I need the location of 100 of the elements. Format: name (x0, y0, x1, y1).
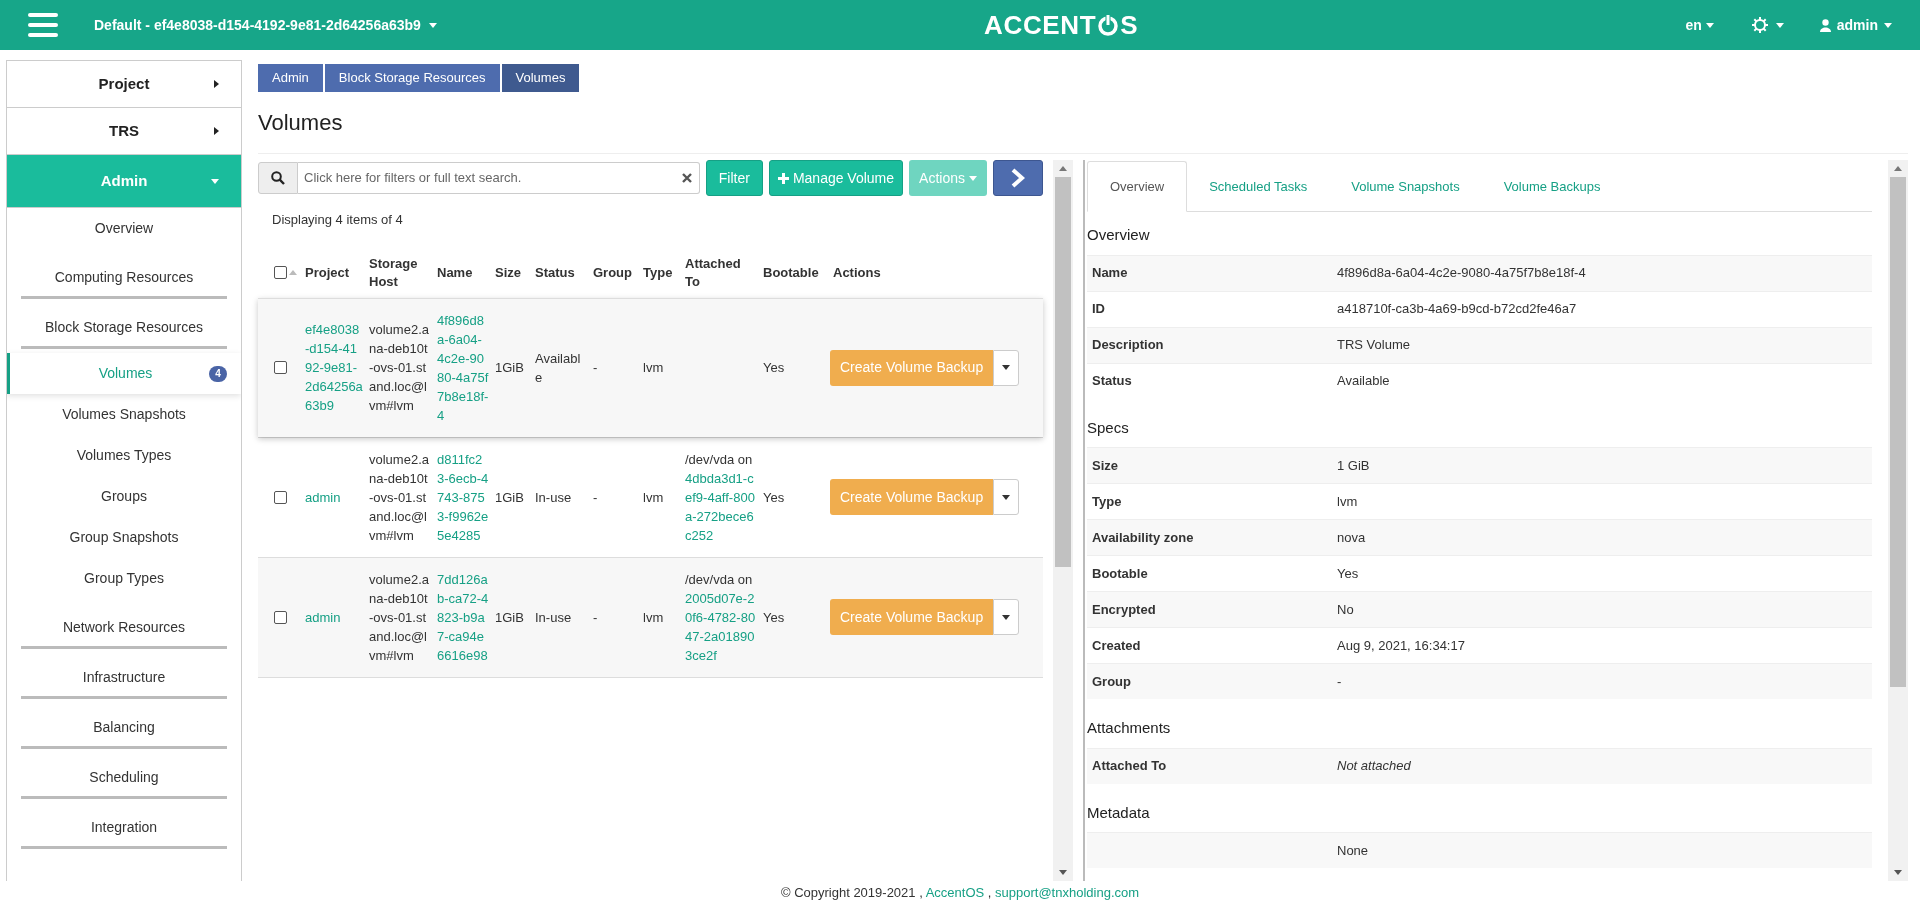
sidebar-group[interactable]: Block Storage Resources (21, 299, 227, 349)
count-badge: 4 (209, 365, 227, 382)
power-icon (1097, 14, 1120, 36)
table-cell-text: /dev/vda on (685, 570, 754, 589)
menu-icon[interactable] (28, 13, 58, 37)
column-header[interactable]: Bootable (760, 263, 830, 282)
column-header[interactable]: Attached To (682, 254, 760, 291)
column-header[interactable]: Group (590, 263, 640, 282)
sidebar-item[interactable]: Volumes Types (7, 435, 241, 476)
field-value: lvm (1337, 492, 1358, 511)
field-label: Type (1092, 493, 1122, 509)
section-title: Attachments (1087, 718, 1172, 738)
sidebar-group[interactable]: Integration (21, 799, 227, 849)
column-header[interactable]: Actions (830, 263, 1020, 282)
caret-icon (1775, 22, 1784, 28)
table-cell-text: - (592, 488, 599, 507)
sidebar-group[interactable]: Network Resources (21, 599, 227, 649)
sidebar-group[interactable]: Balancing (21, 699, 227, 749)
row-menu-button[interactable] (993, 349, 1020, 386)
scrollbar[interactable] (1888, 160, 1908, 881)
field-value: nova (1337, 528, 1366, 547)
table-cell-text: 1GiB (494, 608, 525, 627)
field-label: Name (1092, 265, 1128, 281)
checkbox[interactable] (274, 361, 287, 374)
field-value: 4f896d8a-6a04-4c2e-9080-4a75f7b8e18f-4 (1337, 264, 1586, 283)
table-cell-text: volume2.ana-deb10t-ovs-01.stand.loc@lvm#lvm (368, 450, 430, 545)
caret-icon (214, 80, 219, 88)
table-cell-text: lvm (642, 608, 665, 627)
chevron-right-icon (1011, 168, 1025, 188)
breadcrumb-item[interactable]: Volumes (501, 64, 580, 92)
field-value: 1 GiB (1337, 456, 1370, 475)
table-cell-text: volume2.ana-deb10t-ovs-01.stand.loc@lvm#lvm (368, 321, 430, 415)
table-cell-text: In-use (534, 608, 573, 627)
section-title: Overview (1087, 225, 1151, 245)
sidebar-item[interactable]: Group Types (7, 558, 241, 599)
table-cell-text: In-use (534, 488, 573, 507)
field-label: Size (1092, 457, 1118, 473)
row-menu-button[interactable] (993, 599, 1020, 635)
table-row[interactable]: admin volume2.ana-deb10t-ovs-01.stand.loc@lvm#lvm 7dd126ab-ca72-4823-b9a7-ca94e6616e98 1GiB In-use - lvm /dev/vda on 2005d07e-20f6-4782-8047-2a018903ce2f Yes Create Volume Backup (258, 556, 1043, 677)
next-button[interactable] (993, 160, 1043, 196)
caret-icon (211, 178, 219, 184)
detail-tab[interactable]: Overview (1087, 161, 1188, 212)
caret-icon (969, 175, 977, 181)
caret-icon (1059, 870, 1067, 875)
breadcrumb-item[interactable]: Block Storage Resources (324, 64, 500, 92)
table-cell-text: Available (534, 349, 582, 387)
table-cell-text: Yes (762, 488, 786, 507)
sidebar-item[interactable]: Volumes 4 (7, 353, 241, 394)
field-value: Available (1337, 372, 1390, 391)
caret-icon (214, 127, 219, 135)
checkbox[interactable] (274, 266, 287, 279)
field-label: Created (1092, 637, 1141, 653)
caret-icon (1894, 166, 1902, 171)
sidebar-item[interactable]: Overview (7, 208, 241, 249)
field-label: Attached To (1092, 758, 1167, 774)
column-header[interactable]: Status (532, 263, 590, 282)
search-field[interactable]: Click here for filters or full text search. (298, 162, 700, 194)
column-header[interactable]: Project (302, 263, 366, 282)
row-menu-button[interactable] (993, 479, 1020, 515)
page-title: Volumes (258, 109, 343, 137)
breadcrumb-item[interactable]: Admin (258, 64, 323, 92)
sidebar-group[interactable]: Infrastructure (21, 649, 227, 699)
plus-icon (777, 172, 789, 184)
logo-text: ACCENT (984, 8, 1097, 42)
copyright-text: © Copyright 2019-2021 , AccentOS , support@tnxholding.com (780, 884, 1140, 903)
field-label: ID (1092, 301, 1105, 317)
field-label: Group (1092, 673, 1131, 689)
checkbox[interactable] (274, 610, 287, 624)
field-label: Availability zone (1092, 529, 1194, 545)
table-cell-text: 1GiB (494, 359, 525, 377)
sidebar-group[interactable]: Scheduling (21, 749, 227, 799)
gear-icon[interactable] (1751, 17, 1768, 33)
column-header[interactable]: Name (434, 263, 492, 282)
items-count: Displaying 4 items of 4 (272, 211, 403, 229)
scrollbar-thumb[interactable] (1890, 177, 1906, 687)
field-value: Not attached (1337, 757, 1411, 776)
field-label: Description (1092, 337, 1164, 353)
field-value: - (1337, 672, 1342, 691)
checkbox[interactable] (274, 490, 287, 504)
logo-text: S (1120, 8, 1139, 42)
column-header[interactable]: Storage Host (366, 254, 434, 291)
field-value: None (1337, 841, 1369, 860)
caret-icon (1894, 870, 1902, 875)
table-cell-text: 1GiB (494, 488, 525, 507)
column-header[interactable]: Size (492, 263, 532, 282)
scrollbar-thumb[interactable] (1055, 177, 1071, 567)
column-header[interactable]: Type (640, 263, 682, 282)
caret-icon (1705, 22, 1714, 28)
sidebar-item[interactable]: Group Snapshots (7, 517, 241, 558)
sidebar-group[interactable]: Computing Resources (21, 249, 227, 299)
sidebar-item[interactable]: Volumes Snapshots (7, 394, 241, 435)
clear-icon[interactable] (681, 173, 692, 183)
section-title: Metadata (1087, 802, 1151, 823)
field-value: a418710f-ca3b-4a69-b9cd-b72cd2fe46a7 (1337, 300, 1577, 319)
field-value: Yes (1337, 564, 1359, 583)
table-cell-text: /dev/vda on (685, 450, 754, 469)
scrollbar[interactable] (1053, 160, 1073, 881)
section-title: Specs (1087, 417, 1130, 438)
sidebar-item[interactable]: Groups (7, 476, 241, 517)
user-icon (1819, 18, 1831, 32)
